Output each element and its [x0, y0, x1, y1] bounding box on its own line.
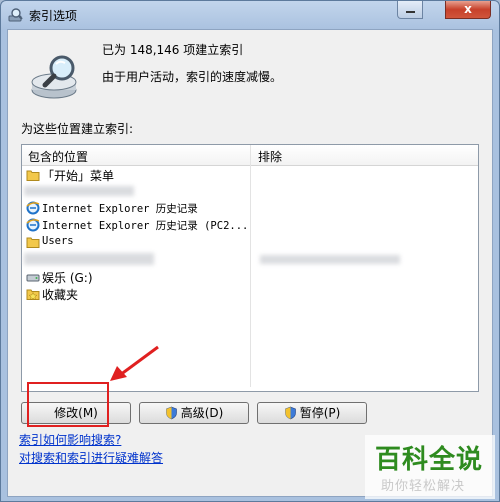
minimize-button[interactable] — [397, 1, 423, 19]
troubleshoot-search-link[interactable]: 对搜索和索引进行疑难解答 — [19, 449, 163, 466]
annotation-highlight-box — [27, 382, 109, 427]
how-indexing-affects-search-link[interactable]: 索引如何影响搜索? — [19, 431, 121, 448]
redacted-item — [24, 186, 134, 196]
title-bar[interactable]: 索引选项 x — [1, 1, 499, 29]
uac-shield-icon — [165, 406, 177, 420]
indexing-options-window: 索引选项 x 已为 148,146 项建立索引 由于用户活动，索引的速度减慢。 … — [0, 0, 500, 502]
folder-icon — [26, 237, 40, 248]
ie-icon — [26, 201, 40, 215]
indexed-locations-list[interactable]: 包含的位置 排除 「开始」菜单 Internet Explorer 历史记录 I… — [21, 144, 479, 392]
drive-icon — [26, 274, 40, 282]
minimize-icon — [406, 11, 415, 13]
column-separator[interactable] — [250, 145, 251, 387]
favorites-folder-icon — [26, 289, 40, 301]
watermark: 百科全说 助你轻松解决 — [365, 435, 495, 499]
advanced-button[interactable]: 高级(D) — [139, 402, 249, 424]
locations-label: 为这些位置建立索引: — [21, 122, 134, 136]
watermark-subtitle: 助你轻松解决 — [381, 479, 466, 494]
folder-icon — [26, 170, 40, 181]
annotation-arrow-icon — [110, 345, 159, 381]
ie-icon — [26, 218, 40, 232]
redacted-item — [24, 253, 154, 265]
close-button[interactable]: x — [445, 1, 491, 19]
pause-button[interactable]: 暂停(P) — [257, 402, 367, 424]
window-title: 索引选项 — [29, 9, 78, 23]
column-header-included[interactable]: 包含的位置 — [28, 148, 88, 165]
search-index-icon — [8, 8, 23, 22]
uac-shield-icon — [284, 406, 296, 420]
index-speed-text: 由于用户活动，索引的速度减慢。 — [102, 70, 283, 84]
indexed-count-text: 已为 148,146 项建立索引 — [102, 43, 244, 57]
redacted-exclusion — [260, 255, 400, 264]
column-header-excluded[interactable]: 排除 — [258, 148, 282, 165]
watermark-title: 百科全说 — [375, 445, 484, 475]
indexing-status-icon — [31, 55, 77, 99]
